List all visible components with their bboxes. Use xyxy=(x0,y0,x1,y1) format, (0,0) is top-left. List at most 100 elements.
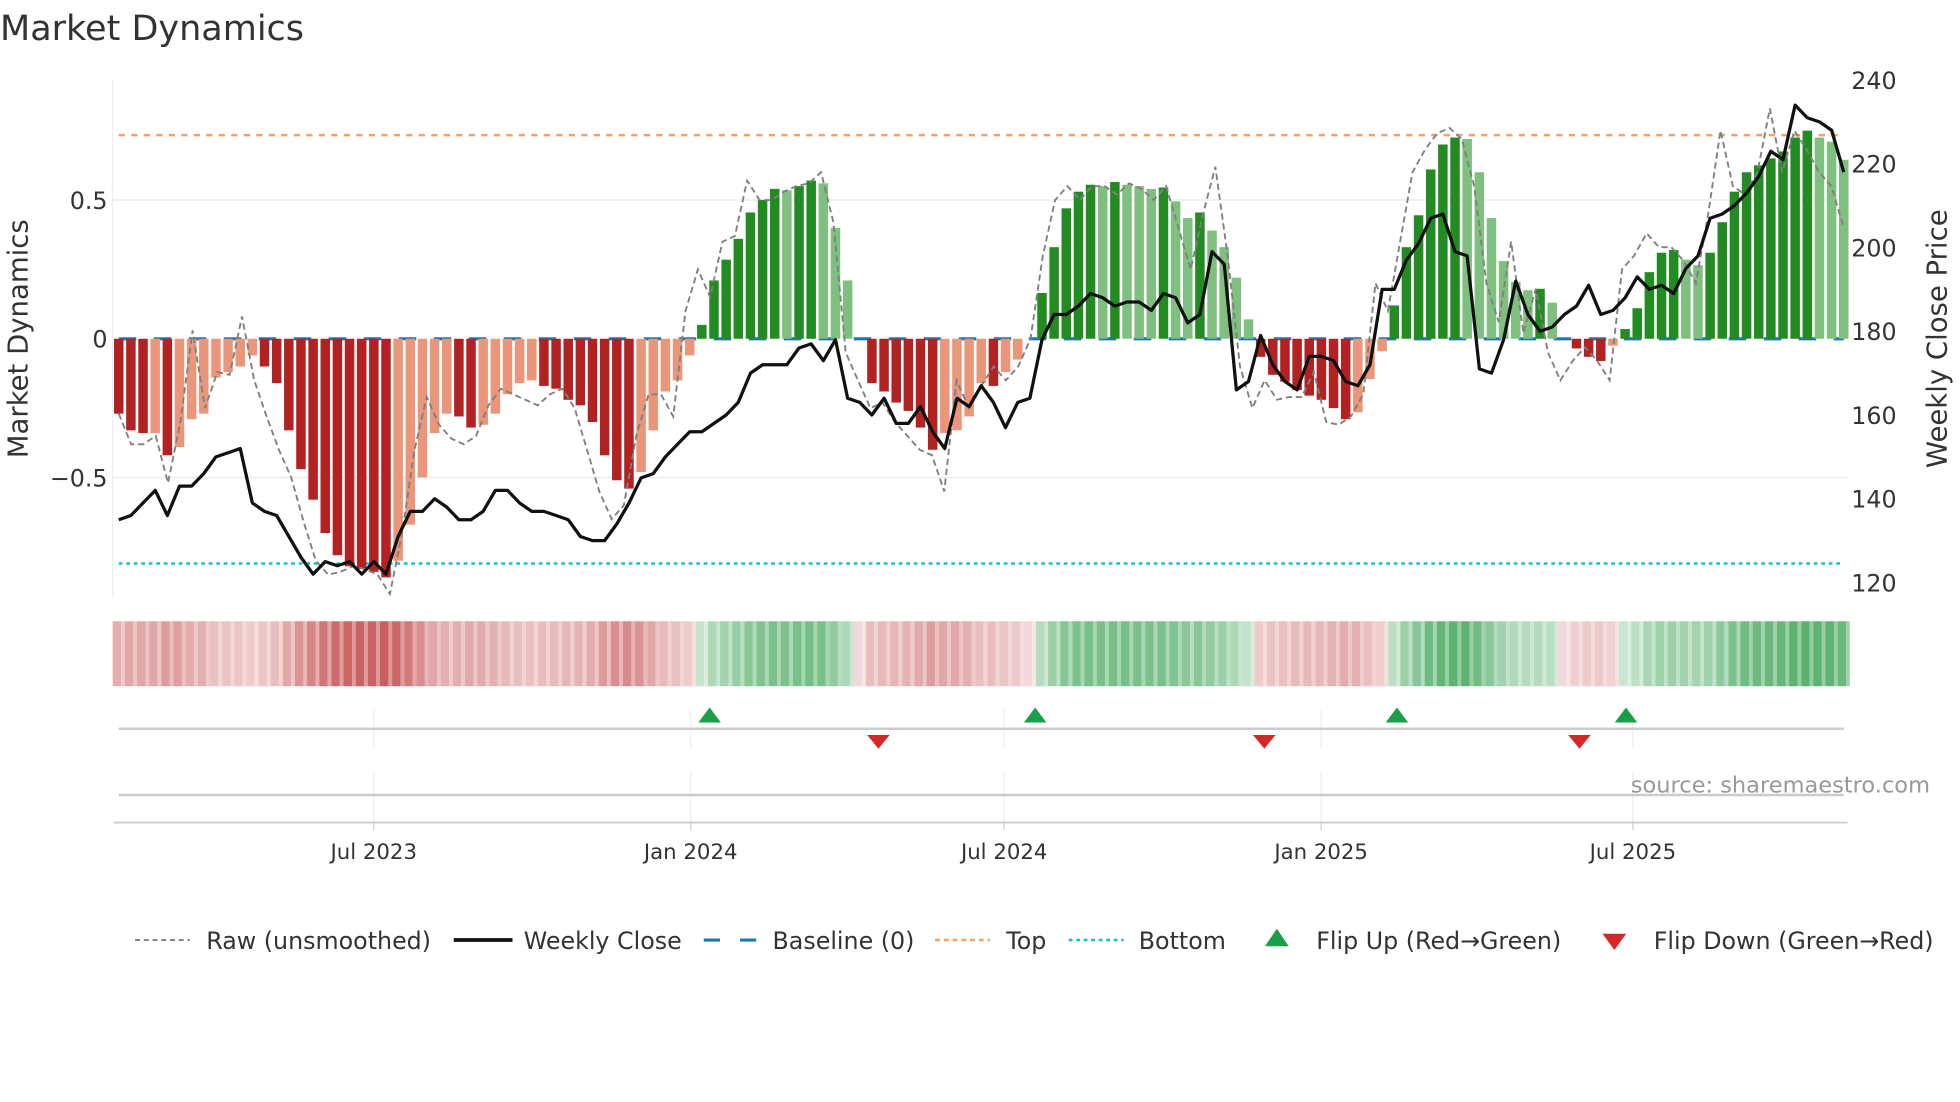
dynamics-bar xyxy=(478,338,488,425)
strip-cell xyxy=(550,621,559,687)
strip-cell-gap xyxy=(1068,621,1073,687)
strip-cell-gap xyxy=(400,621,405,687)
strip-cell xyxy=(659,621,668,687)
strip-cell-gap xyxy=(1080,621,1085,687)
strip-cell xyxy=(416,621,425,687)
dynamics-bar xyxy=(247,338,258,356)
strip-cell-gap xyxy=(1311,621,1316,687)
legend-label: Raw (unsmoothed) xyxy=(206,927,431,955)
strip-cell-gap xyxy=(546,621,550,687)
dynamics-bar xyxy=(1547,302,1557,339)
strip-cell-gap xyxy=(1275,621,1279,687)
strip-cell-gap xyxy=(1591,621,1595,687)
dynamics-bar xyxy=(660,338,671,392)
x-tick-label: Jan 2024 xyxy=(642,840,738,865)
dynamics-bar xyxy=(126,338,136,431)
strip-cell xyxy=(1388,621,1397,687)
dynamics-bar xyxy=(1085,184,1096,339)
flip-down-marker xyxy=(1568,735,1591,749)
strip-cell xyxy=(1764,621,1774,687)
strip-cell xyxy=(574,621,583,687)
strip-cell xyxy=(1169,621,1179,687)
strip-cell xyxy=(1218,621,1227,687)
strip-cell xyxy=(404,621,413,687)
strip-cell xyxy=(270,621,280,687)
dynamics-bar xyxy=(356,338,367,570)
strip-cell-gap xyxy=(339,621,344,687)
strip-cell-gap xyxy=(279,621,283,687)
strip-cell xyxy=(124,621,134,687)
strip-cell-gap xyxy=(1445,621,1449,687)
dynamics-bar xyxy=(648,338,659,431)
dynamics-bar xyxy=(320,338,331,533)
dynamics-bar xyxy=(769,188,780,339)
dynamics-bar xyxy=(1328,338,1339,409)
dynamics-bar xyxy=(624,338,634,489)
strip-cell xyxy=(695,621,705,687)
strip-cell-gap xyxy=(1020,621,1024,687)
strip-cell xyxy=(1108,621,1118,687)
strip-cell xyxy=(209,621,219,687)
strip-cell xyxy=(452,621,462,687)
dynamics-bar xyxy=(271,338,282,384)
dynamics-bar xyxy=(1571,338,1582,349)
strip-cell-gap xyxy=(1639,621,1644,687)
strip-cell-gap xyxy=(1578,621,1583,687)
strip-cell-gap xyxy=(789,621,793,687)
strip-cell-gap xyxy=(1846,621,1850,687)
strip-cell-gap xyxy=(983,621,988,687)
strip-cell-gap xyxy=(801,621,806,687)
dynamics-bar xyxy=(417,338,428,478)
strip-cell-gap xyxy=(1761,621,1765,687)
strip-cell-gap xyxy=(376,621,380,687)
strip-cell xyxy=(1351,621,1361,687)
strip-cell-gap xyxy=(910,621,915,687)
dynamics-bar xyxy=(697,324,707,339)
strip-cell-gap xyxy=(230,621,235,687)
strip-cell-gap xyxy=(194,621,198,687)
strip-cell xyxy=(355,621,365,687)
strip-cell xyxy=(1679,621,1689,687)
strip-cell-gap xyxy=(1676,621,1680,687)
strip-cell-gap xyxy=(1493,621,1498,687)
dynamics-bar xyxy=(587,338,598,423)
strip-cell-gap xyxy=(971,621,976,687)
strip-cell-gap xyxy=(692,621,696,687)
strip-cell xyxy=(1801,621,1810,687)
strip-cell-gap xyxy=(1566,621,1571,687)
strip-cell xyxy=(1667,621,1677,687)
strip-cell-gap xyxy=(558,621,563,687)
strip-cell xyxy=(343,621,352,687)
dynamics-bar xyxy=(733,238,744,339)
strip-cell-gap xyxy=(959,621,964,687)
y-tick-label: 0.5 xyxy=(70,187,108,215)
dynamics-bar xyxy=(490,338,501,414)
dynamics-bar xyxy=(1073,191,1084,339)
strip-cell xyxy=(963,621,972,687)
strip-cell xyxy=(1181,621,1191,687)
strip-cell xyxy=(185,621,195,687)
strip-cell-gap xyxy=(1542,621,1547,687)
dynamics-bar xyxy=(1134,186,1144,339)
strip-cell xyxy=(598,621,608,687)
dynamics-bar xyxy=(1717,222,1728,339)
dynamics-bar xyxy=(976,338,986,384)
strip-cell xyxy=(1084,621,1094,687)
strip-cell-gap xyxy=(777,621,781,687)
strip-cell xyxy=(1327,621,1336,687)
strip-cell-gap xyxy=(886,621,891,687)
strip-cell-gap xyxy=(607,621,611,687)
strip-cell xyxy=(1266,621,1276,687)
dynamics-bar xyxy=(940,338,950,434)
strip-cell xyxy=(1436,621,1446,687)
strip-cell-gap xyxy=(594,621,599,687)
strip-cell-gap xyxy=(327,621,332,687)
strip-cell-gap xyxy=(266,621,271,687)
strip-cell-gap xyxy=(1615,621,1620,687)
strip-cell-gap xyxy=(813,621,818,687)
y2-tick-label: 140 xyxy=(1851,486,1896,514)
dynamics-bar xyxy=(782,190,792,339)
dynamics-bar xyxy=(721,259,731,339)
strip-cell xyxy=(1497,621,1507,687)
strip-cell xyxy=(1716,621,1725,687)
